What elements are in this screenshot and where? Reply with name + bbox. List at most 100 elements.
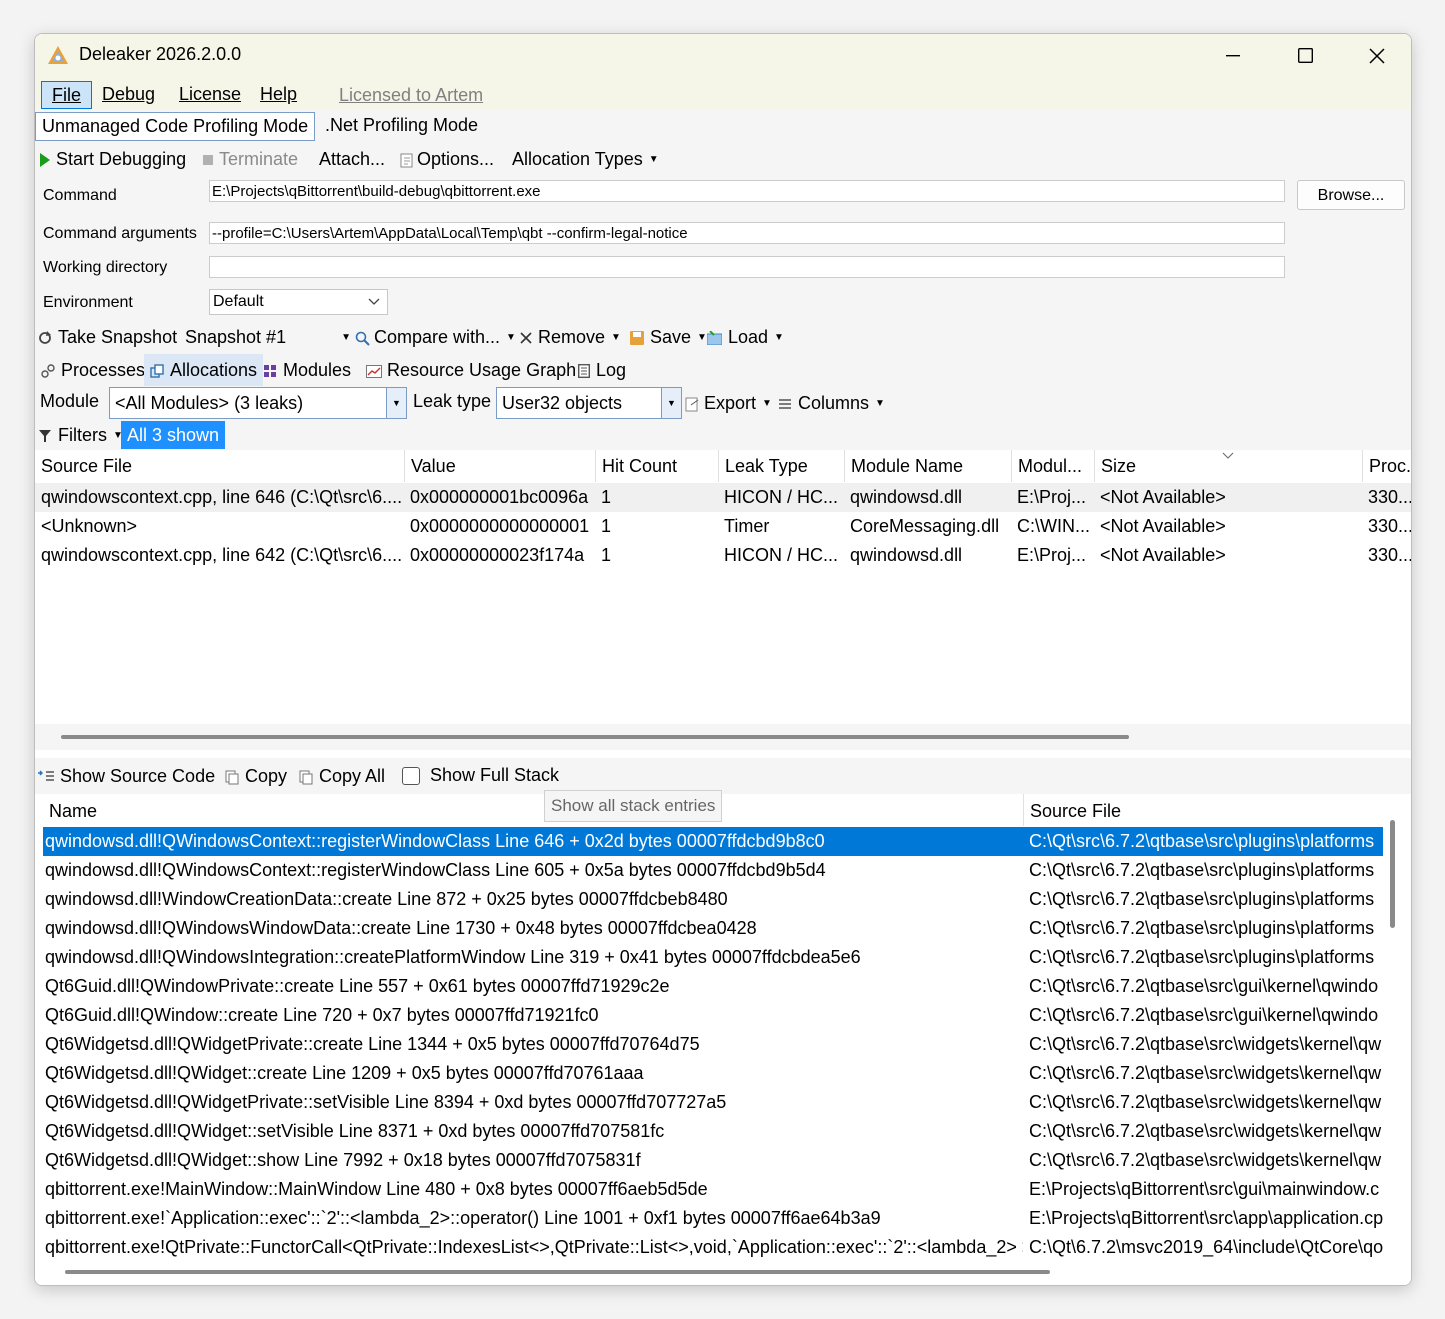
chevron-down-icon: ▼: [506, 332, 516, 344]
stack-horizontal-scrollbar[interactable]: [35, 1260, 1411, 1285]
command-input[interactable]: E:\Projects\qBittorrent\build-debug\qbit…: [209, 180, 1285, 202]
show-full-stack-checkbox[interactable]: Show Full Stack: [402, 758, 559, 792]
tab-modules[interactable]: Modules: [258, 354, 357, 386]
filter-bar: Filters ▼ All 3 shown: [35, 420, 1411, 450]
stack-row[interactable]: qwindowsd.dll!QWindowsContext::registerW…: [43, 827, 1383, 856]
tab-allocations[interactable]: Allocations: [144, 354, 264, 386]
refresh-icon: [39, 331, 51, 345]
module-path-cell: C:\WIN...: [1017, 516, 1090, 536]
column-header[interactable]: Source File: [35, 450, 404, 482]
column-header[interactable]: Name: [43, 794, 1023, 826]
snapshot-select[interactable]: Snapshot #1 ▼: [185, 320, 351, 354]
allocation-types-dropdown[interactable]: Allocation Types ▼: [512, 142, 659, 176]
filters-dropdown[interactable]: Filters ▼: [39, 420, 123, 450]
remove-label: Remove: [538, 327, 606, 347]
scrollbar-thumb[interactable]: [65, 1270, 1050, 1274]
working-directory-input[interactable]: [209, 256, 1285, 278]
table-row[interactable]: <Unknown> 0x0000000000000001 1 Timer Cor…: [35, 512, 1411, 541]
column-header[interactable]: Leak Type: [718, 450, 844, 482]
tab-processes-label: Processes: [61, 360, 146, 380]
stack-row[interactable]: qwindowsd.dll!QWindowsWindowData::create…: [43, 914, 1383, 943]
menu-debug[interactable]: Debug: [92, 81, 165, 107]
stack-row[interactable]: qwindowsd.dll!WindowCreationData::create…: [43, 885, 1383, 914]
leaks-horizontal-scrollbar[interactable]: [35, 724, 1411, 750]
size-cell: <Not Available>: [1100, 516, 1226, 536]
process-cell: 330...: [1368, 545, 1411, 565]
close-icon: [1369, 47, 1385, 64]
size-cell: <Not Available>: [1100, 487, 1226, 507]
stack-name-cell: qbittorrent.exe!MainWindow::MainWindow L…: [45, 1179, 708, 1199]
show-source-code-button[interactable]: Show Source Code: [38, 759, 215, 793]
column-header[interactable]: Value: [404, 450, 595, 482]
compare-with-dropdown[interactable]: Compare with... ▼: [355, 320, 516, 354]
chevron-down-icon: ▼: [648, 154, 659, 166]
tab-resource-usage-graph[interactable]: Resource Usage Graph: [360, 354, 582, 386]
save-button[interactable]: Save ▼: [630, 320, 707, 354]
stack-source-cell: C:\Qt\src\6.7.2\qtbase\src\plugins\platf…: [1029, 889, 1375, 909]
stack-row[interactable]: Qt6Widgetsd.dll!QWidget::create Line 120…: [43, 1059, 1383, 1088]
source-file-cell: <Unknown>: [41, 516, 138, 536]
stack-row[interactable]: qbittorrent.exe!QtPrivate::FunctorCall<Q…: [43, 1233, 1383, 1262]
tab-log[interactable]: Log: [572, 354, 632, 386]
maximize-button[interactable]: [1269, 34, 1341, 77]
scrollbar-thumb[interactable]: [61, 735, 1129, 739]
stack-row[interactable]: Qt6Widgetsd.dll!QWidgetPrivate::create L…: [43, 1030, 1383, 1059]
stack-source-cell: E:\Projects\qBittorrent\src\app\applicat…: [1029, 1208, 1383, 1228]
column-header[interactable]: Hit Count: [595, 450, 718, 482]
close-button[interactable]: [1341, 34, 1411, 77]
start-debugging-button[interactable]: Start Debugging: [40, 142, 186, 176]
chevron-down-icon: ▼: [774, 332, 784, 344]
export-dropdown[interactable]: Export ▼: [685, 386, 772, 420]
tab-processes[interactable]: Processes: [35, 354, 151, 386]
remove-button[interactable]: Remove ▼: [520, 320, 621, 354]
copy-all-button[interactable]: Copy All: [299, 759, 385, 793]
module-select[interactable]: <All Modules> (3 leaks) ▼: [109, 387, 407, 419]
leak-type-dropdown-button[interactable]: ▼: [661, 388, 681, 418]
menu-help[interactable]: Help: [250, 81, 307, 107]
columns-icon: [779, 399, 791, 409]
column-header[interactable]: Module Name: [844, 450, 1011, 482]
leak-type-cell: HICON / HC...: [724, 545, 839, 565]
leak-type-select[interactable]: User32 objects ▼: [496, 387, 682, 419]
load-button[interactable]: Load ▼: [707, 320, 784, 354]
terminate-button[interactable]: Terminate: [203, 142, 298, 176]
stack-row[interactable]: Qt6Widgetsd.dll!QWidget::setVisible Line…: [43, 1117, 1383, 1146]
terminate-label: Terminate: [219, 149, 299, 169]
stack-source-cell: C:\Qt\src\6.7.2\qtbase\src\widgets\kerne…: [1029, 1121, 1382, 1141]
options-button[interactable]: Options...: [400, 142, 494, 176]
tab-unmanaged-mode[interactable]: Unmanaged Code Profiling Mode: [35, 112, 316, 141]
filter-count-badge: All 3 shown: [121, 421, 226, 449]
browse-button[interactable]: Browse...: [1297, 180, 1405, 210]
column-header[interactable]: Modul...: [1011, 450, 1094, 482]
tab-dotnet-mode[interactable]: .Net Profiling Mode: [319, 112, 484, 139]
menu-license[interactable]: License: [169, 81, 251, 107]
tab-modules-label: Modules: [283, 360, 352, 380]
stack-row[interactable]: qbittorrent.exe!`Application::exec'::`2'…: [43, 1204, 1383, 1233]
columns-dropdown[interactable]: Columns ▼: [779, 386, 885, 420]
stack-name-cell: Qt6Widgetsd.dll!QWidget::create Line 120…: [45, 1063, 644, 1083]
minimize-button[interactable]: [1197, 34, 1269, 77]
column-header[interactable]: Source File: [1023, 794, 1383, 826]
column-header[interactable]: Proc...: [1362, 450, 1411, 482]
stack-row[interactable]: qwindowsd.dll!QWindowsIntegration::creat…: [43, 943, 1383, 972]
stack-name-cell: qwindowsd.dll!QWindowsContext::registerW…: [45, 860, 826, 880]
stack-row[interactable]: Qt6Widgetsd.dll!QWidgetPrivate::setVisib…: [43, 1088, 1383, 1117]
attach-button[interactable]: Attach...: [319, 142, 385, 176]
environment-select[interactable]: Default: [209, 289, 388, 315]
stack-row[interactable]: Qt6Widgetsd.dll!QWidget::show Line 7992 …: [43, 1146, 1383, 1175]
command-arguments-input[interactable]: --profile=C:\Users\Artem\AppData\Local\T…: [209, 222, 1285, 244]
checkbox-unchecked[interactable]: [402, 767, 420, 786]
stack-row[interactable]: qbittorrent.exe!MainWindow::MainWindow L…: [43, 1175, 1383, 1204]
stack-vertical-scrollbar[interactable]: [1390, 820, 1395, 928]
stack-row[interactable]: Qt6Guid.dll!QWindow::create Line 720 + 0…: [43, 1001, 1383, 1030]
take-snapshot-button[interactable]: Take Snapshot: [38, 320, 177, 354]
menu-debug-label: Debug: [102, 84, 156, 104]
stack-row[interactable]: qwindowsd.dll!QWindowsContext::registerW…: [43, 856, 1383, 885]
table-row[interactable]: qwindowscontext.cpp, line 642 (C:\Qt\src…: [35, 541, 1411, 570]
copy-button[interactable]: Copy: [225, 759, 287, 793]
licensed-to-link[interactable]: Licensed to Artem: [339, 85, 483, 106]
module-dropdown-button[interactable]: ▼: [386, 388, 406, 418]
menu-file[interactable]: File: [41, 81, 93, 109]
stack-row[interactable]: Qt6Guid.dll!QWindowPrivate::create Line …: [43, 972, 1383, 1001]
table-row[interactable]: qwindowscontext.cpp, line 646 (C:\Qt\src…: [35, 483, 1411, 512]
